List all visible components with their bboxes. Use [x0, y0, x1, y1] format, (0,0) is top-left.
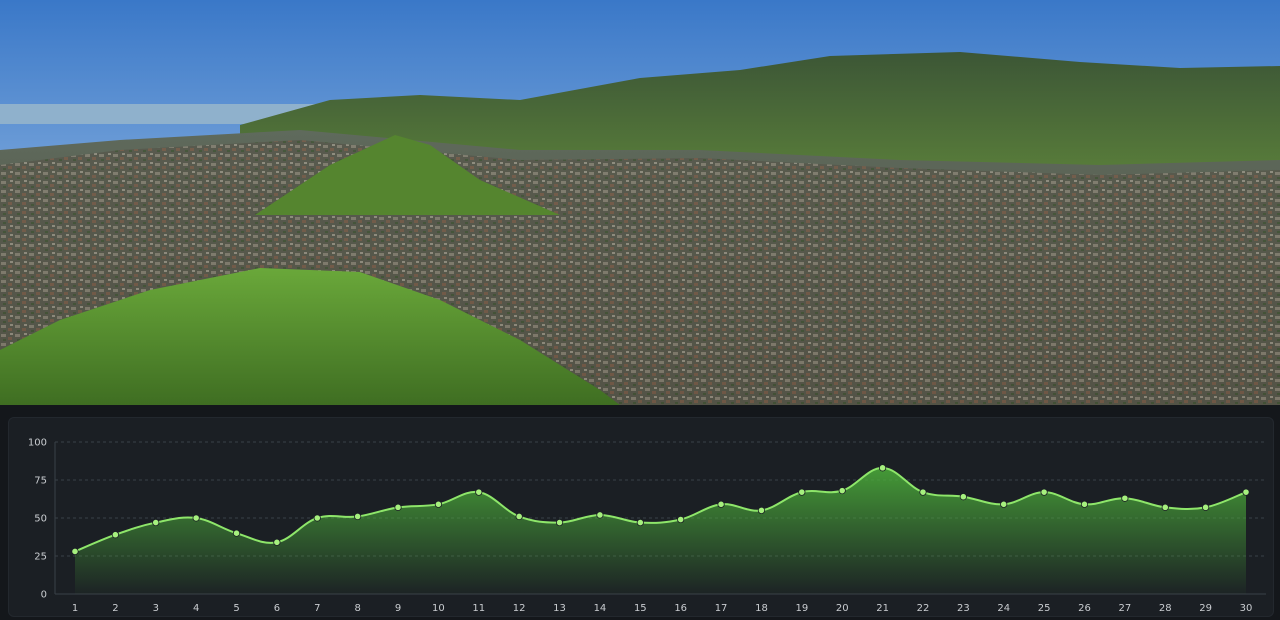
- data-point: [111, 531, 119, 539]
- data-point: [394, 503, 402, 511]
- x-tick-label: 7: [314, 603, 320, 614]
- y-tick-label: 50: [34, 514, 47, 525]
- data-point: [1121, 494, 1129, 502]
- data-point: [1202, 503, 1210, 511]
- data-point: [555, 518, 564, 527]
- data-point: [232, 529, 241, 537]
- x-tick-label: 23: [957, 603, 970, 614]
- landscape-illustration: [0, 0, 1280, 405]
- x-tick-label: 18: [755, 603, 768, 614]
- data-point: [757, 506, 766, 515]
- series-area-0: [75, 467, 1246, 594]
- data-point: [313, 514, 321, 522]
- y-tick-label: 25: [34, 552, 47, 563]
- data-point: [919, 488, 927, 496]
- x-tick-label: 19: [795, 603, 808, 614]
- data-point: [152, 518, 160, 527]
- x-tick-label: 2: [112, 603, 118, 614]
- data-point: [959, 493, 967, 501]
- x-tick-label: 21: [876, 603, 889, 614]
- data-point: [838, 487, 846, 495]
- data-point: [878, 464, 887, 472]
- chart-panel: 0 25 50 75 100 1 2 3 4 5 6 7 8 9 10 11 12 13 14 15 16 17 18 19 2…: [8, 417, 1274, 617]
- data-point: [1040, 488, 1048, 496]
- y-tick-label: 0: [41, 590, 47, 601]
- data-point: [475, 488, 483, 496]
- data-point: [354, 512, 362, 521]
- x-tick-label: 14: [594, 603, 607, 614]
- data-point: [192, 514, 200, 522]
- x-tick-label: 11: [472, 603, 485, 614]
- x-tick-label: 27: [1118, 603, 1131, 614]
- x-tick-label: 4: [193, 603, 199, 614]
- x-tick-label: 12: [513, 603, 526, 614]
- x-tick-label: 16: [674, 603, 687, 614]
- data-point: [434, 500, 443, 508]
- x-tick-label: 28: [1159, 603, 1172, 614]
- x-tick-label: 17: [715, 603, 728, 614]
- landscape-photo: [0, 0, 1280, 405]
- y-tick-label: 100: [28, 438, 47, 449]
- x-tick-label: 15: [634, 603, 647, 614]
- data-point: [1080, 500, 1089, 508]
- x-tick-label: 6: [274, 603, 280, 614]
- y-tick-label: 75: [34, 476, 47, 487]
- x-tick-label: 9: [395, 603, 401, 614]
- data-point: [798, 488, 806, 496]
- data-point: [273, 538, 281, 546]
- data-point: [1161, 503, 1169, 511]
- data-point: [596, 511, 604, 519]
- data-point: [677, 515, 685, 524]
- x-tick-label: 29: [1199, 603, 1212, 614]
- x-tick-label: 10: [432, 603, 445, 614]
- data-point: [71, 547, 79, 556]
- x-tick-label: 3: [153, 603, 159, 614]
- x-tick-label: 5: [233, 603, 239, 614]
- x-tick-label: 13: [553, 603, 566, 614]
- data-point: [1242, 488, 1250, 496]
- x-tick-label: 22: [917, 603, 930, 614]
- x-tick-label: 1: [72, 603, 78, 614]
- data-point: [515, 512, 523, 521]
- x-tick-label: 8: [354, 603, 360, 614]
- x-tick-label: 26: [1078, 603, 1091, 614]
- x-tick-label: 24: [997, 603, 1010, 614]
- area-chart: 02550751001 2 3 4 5 6 7 8 9 10 11 12 13 14 15 16 17 18 19 2…: [28, 438, 1266, 614]
- x-tick-label: 25: [1038, 603, 1051, 614]
- x-tick-label: 20: [836, 603, 849, 614]
- data-point: [717, 500, 725, 508]
- data-point: [1000, 500, 1008, 508]
- x-tick-label: 30: [1240, 603, 1253, 614]
- data-point: [636, 518, 644, 527]
